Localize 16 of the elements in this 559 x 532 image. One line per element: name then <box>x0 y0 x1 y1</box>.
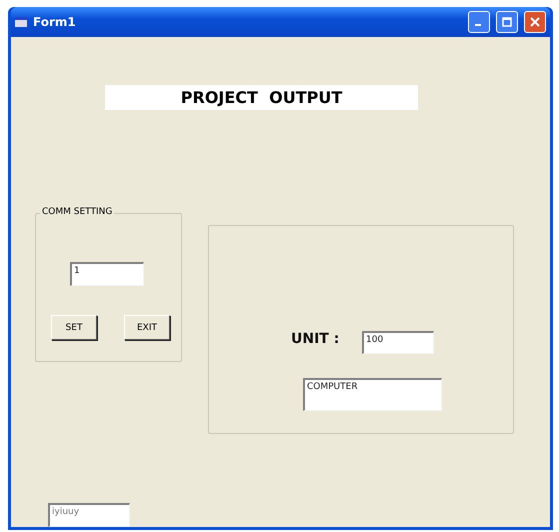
input-field[interactable]: iyiuuy <box>48 503 130 527</box>
input-field[interactable]: COMPUTER <box>303 378 442 411</box>
maximize-button[interactable] <box>496 11 518 33</box>
heading-label: PROJECT OUTPUT <box>105 85 418 110</box>
close-icon <box>530 17 540 27</box>
app-icon <box>15 17 27 27</box>
command-button[interactable]: EXIT <box>124 315 170 340</box>
input-field[interactable]: 100 <box>362 331 434 354</box>
window-title: Form1 <box>33 15 77 29</box>
maximize-icon <box>502 17 512 27</box>
frame-title: COMM SETTING <box>40 207 114 217</box>
input-field[interactable]: 1 <box>70 262 144 286</box>
close-button[interactable] <box>524 11 546 33</box>
unit-label: UNIT : <box>291 331 340 347</box>
command-button[interactable]: SET <box>51 315 97 340</box>
minimize-button[interactable] <box>468 11 490 33</box>
